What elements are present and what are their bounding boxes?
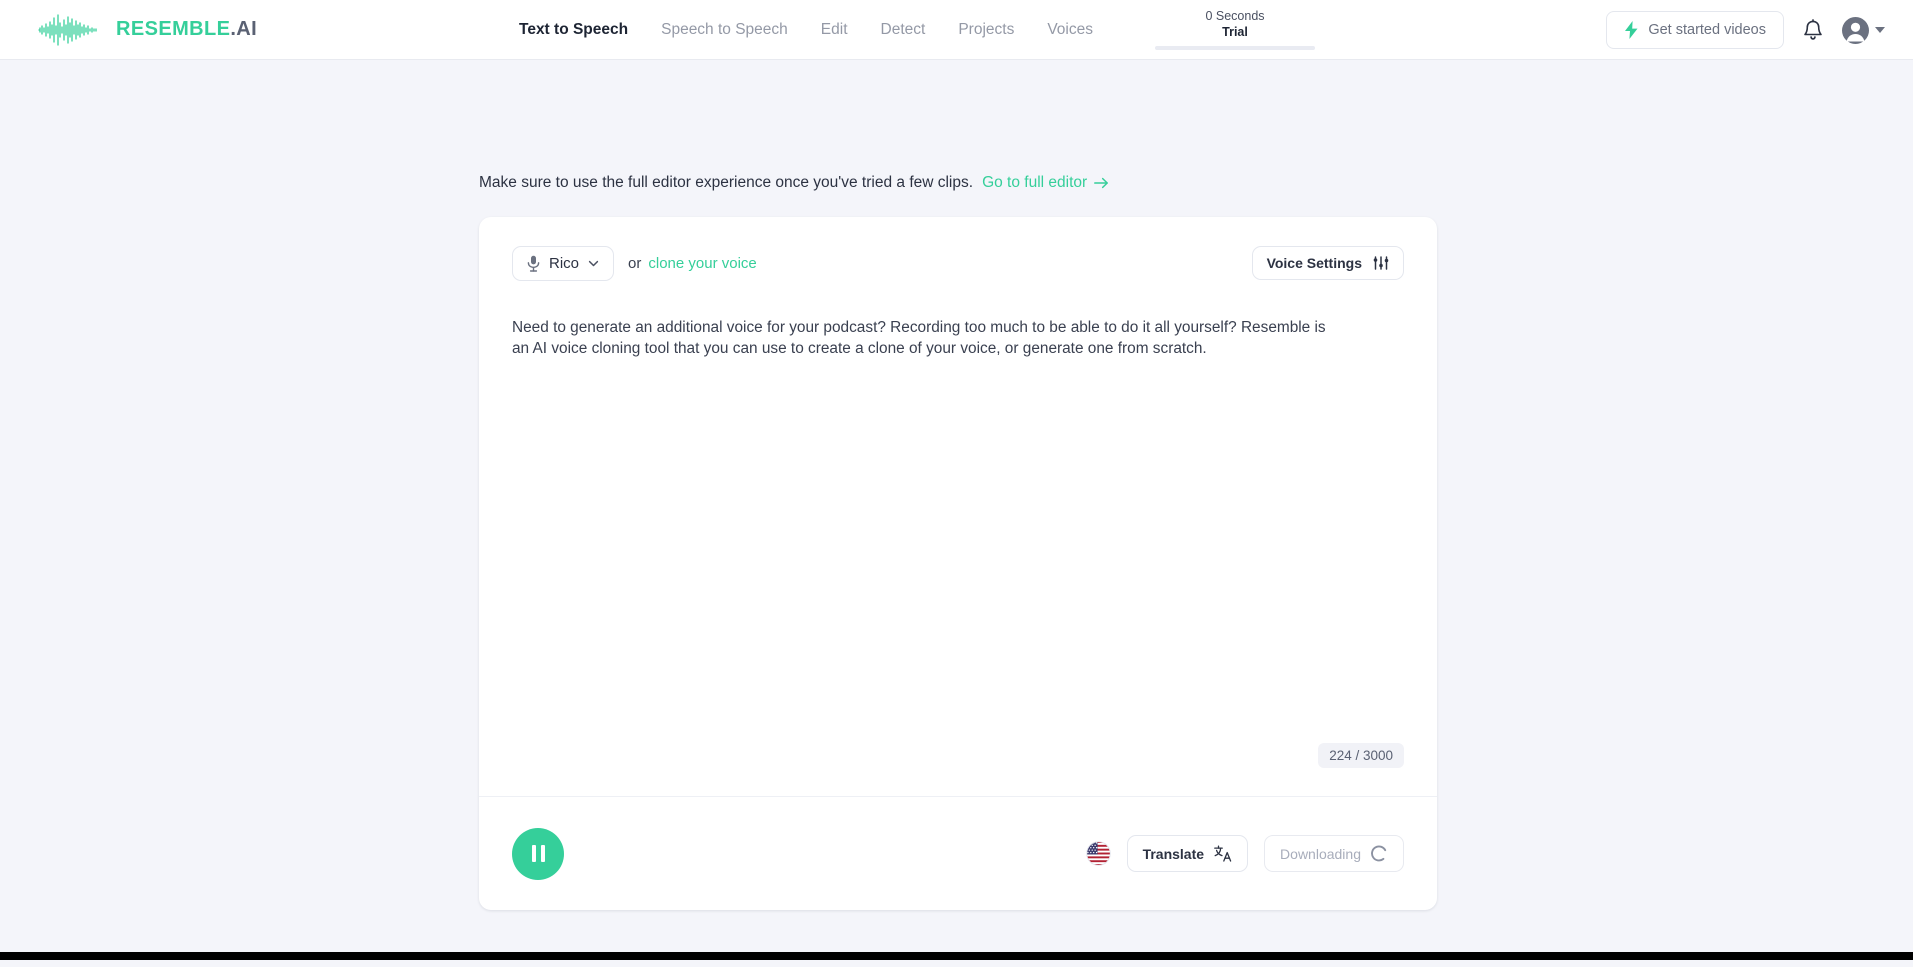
get-started-videos-button[interactable]: Get started videos (1606, 11, 1784, 49)
get-started-videos-label: Get started videos (1648, 22, 1766, 38)
clone-your-voice-link[interactable]: clone your voice (648, 255, 756, 272)
go-to-full-editor-link[interactable]: Go to full editor (982, 174, 1109, 192)
user-avatar-icon (1842, 16, 1869, 44)
voice-settings-label: Voice Settings (1266, 255, 1362, 271)
nav-item-projects[interactable]: Projects (958, 21, 1014, 39)
brand-name: RESEMBLE.AI (116, 18, 257, 41)
character-count-badge: 224 / 3000 (1318, 743, 1404, 768)
translate-button[interactable]: Translate (1126, 835, 1249, 872)
editor-controls-bar: Translate Downloading (479, 796, 1437, 910)
go-to-full-editor-label: Go to full editor (982, 174, 1088, 191)
trial-usage-meter[interactable]: 0 Seconds Trial (1155, 8, 1315, 50)
notifications-button[interactable] (1802, 18, 1824, 42)
pause-bar-left (531, 845, 536, 862)
full-editor-notice-text: Make sure to use the full editor experie… (479, 174, 974, 191)
tts-text-input[interactable]: Need to generate an additional voice for… (512, 317, 1342, 359)
bottom-edge-bar (0, 952, 1913, 960)
voice-select-dropdown[interactable]: Rico (512, 245, 615, 281)
arrow-right-icon (1094, 177, 1109, 189)
bell-icon (1804, 18, 1822, 40)
pause-bar-right (540, 845, 545, 862)
editor-top-section: Rico or clone your voice Voice Settings (479, 217, 1437, 796)
top-navigation-bar: RESEMBLE.AI Text to Speech Speech to Spe… (0, 0, 1913, 60)
pause-icon (531, 845, 545, 862)
sliders-icon (1373, 256, 1389, 270)
us-flag-icon[interactable] (1085, 841, 1111, 866)
top-bar-actions: Get started videos (1606, 0, 1885, 60)
trial-plan-label: Trial (1222, 25, 1248, 39)
voice-selection-row: Rico or clone your voice Voice Settings (512, 243, 1404, 283)
download-status-label: Downloading (1280, 845, 1361, 862)
page-body: Make sure to use the full editor experie… (0, 60, 1913, 960)
waveform-icon (38, 13, 97, 46)
account-menu[interactable] (1842, 16, 1885, 44)
download-button[interactable]: Downloading (1264, 835, 1404, 872)
microphone-icon (527, 255, 540, 272)
nav-item-text-to-speech[interactable]: Text to Speech (519, 21, 628, 39)
chevron-down-icon (1875, 27, 1885, 33)
brand-logo[interactable]: RESEMBLE.AI (38, 13, 257, 47)
brand-name-primary: RESEMBLE (116, 18, 231, 40)
spinner-icon (1371, 845, 1387, 862)
trial-progress-bar (1155, 46, 1315, 50)
main-nav: Text to Speech Speech to Speech Edit Det… (519, 0, 1093, 60)
translate-label: Translate (1142, 845, 1205, 862)
nav-item-speech-to-speech[interactable]: Speech to Speech (661, 21, 788, 39)
nav-item-edit[interactable]: Edit (821, 21, 848, 39)
chevron-down-icon (588, 260, 599, 266)
voice-settings-button[interactable]: Voice Settings (1251, 246, 1404, 280)
full-editor-notice: Make sure to use the full editor experie… (479, 174, 1109, 192)
tts-editor-card: Rico or clone your voice Voice Settings (479, 217, 1437, 910)
nav-item-detect[interactable]: Detect (881, 21, 926, 39)
nav-item-voices[interactable]: Voices (1047, 21, 1093, 39)
play-pause-button[interactable] (512, 827, 564, 880)
or-label: or (628, 254, 642, 272)
editor-controls-right: Translate Downloading (1085, 835, 1404, 872)
translate-icon (1214, 845, 1232, 862)
trial-seconds-label: 0 Seconds (1205, 9, 1265, 23)
lightning-bolt-icon (1625, 21, 1638, 39)
brand-name-suffix: .AI (230, 18, 258, 40)
selected-voice-name: Rico (549, 254, 580, 272)
